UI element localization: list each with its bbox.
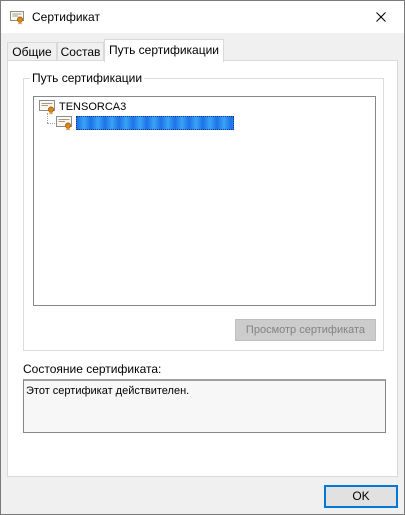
tree-node-label-redacted: [76, 116, 234, 130]
tab-general[interactable]: Общие: [7, 42, 57, 61]
title-bar: Сертификат: [1, 1, 404, 33]
close-icon: [376, 12, 386, 22]
certificate-status-label: Состояние сертификата:: [23, 362, 162, 376]
ok-button[interactable]: OK: [324, 485, 398, 508]
certificate-icon: [9, 9, 25, 25]
tree-node-label: TENSORCA3: [59, 101, 127, 113]
tree-node-root[interactable]: TENSORCA3: [38, 99, 126, 115]
view-certificate-button[interactable]: Просмотр сертификата: [235, 319, 376, 341]
certificate-icon: [56, 116, 72, 131]
tree-node-selected[interactable]: [55, 115, 234, 131]
close-button[interactable]: [358, 1, 404, 33]
tab-details[interactable]: Состав: [57, 42, 104, 61]
certification-path-group: Путь сертификации TENSORCA3 Просмотр сер…: [23, 71, 384, 351]
certification-path-tree[interactable]: TENSORCA3: [33, 96, 376, 306]
certificate-dialog: Сертификат Общие Состав Путь сертификаци…: [0, 0, 405, 515]
certificate-status-box[interactable]: Этот сертификат действителен.: [23, 379, 386, 433]
certification-path-group-label: Путь сертификации: [30, 71, 145, 85]
certificate-icon: [39, 100, 55, 115]
tree-connector: [47, 123, 55, 124]
tab-certification-path[interactable]: Путь сертификации: [104, 39, 224, 62]
tab-panel-certification-path: Путь сертификации TENSORCA3 Просмотр сер…: [7, 60, 398, 477]
window-title: Сертификат: [32, 10, 100, 24]
